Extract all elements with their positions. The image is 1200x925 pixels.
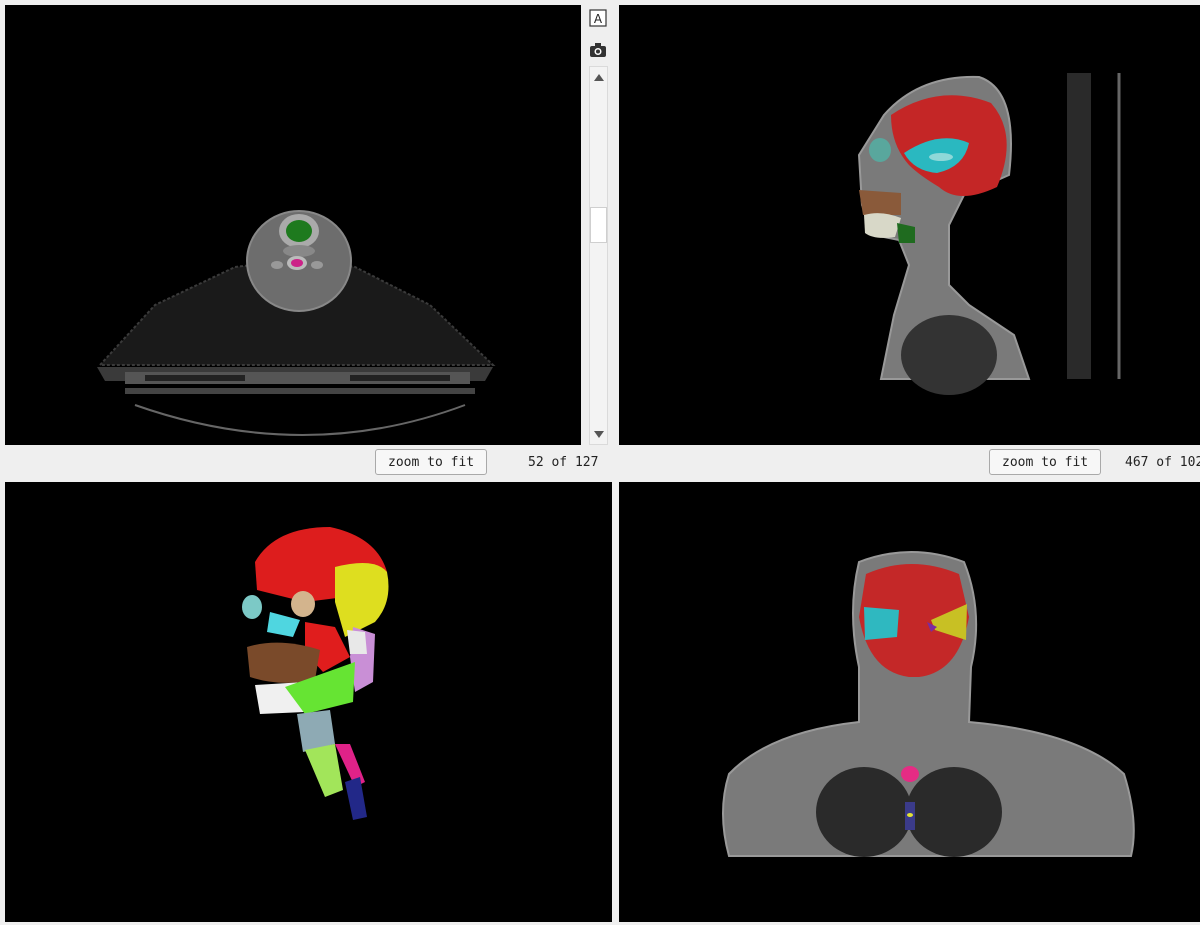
sagittal-ct-slice <box>857 73 1121 395</box>
axial-ct-slice <box>97 210 496 436</box>
slice-counter-sagittal: 467 of 1024 <box>1125 455 1200 470</box>
svg-text:A: A <box>594 12 603 26</box>
arrow-down-icon[interactable] <box>590 424 607 444</box>
slice-scrollbar[interactable] <box>589 66 608 445</box>
zoom-to-fit-button-axial[interactable]: zoom to fit <box>375 449 488 475</box>
coronal-ct-slice <box>722 551 1135 857</box>
text-annotation-icon[interactable]: A <box>588 8 608 28</box>
scrollbar-thumb[interactable] <box>590 207 607 243</box>
coronal-view[interactable] <box>619 482 1200 922</box>
3d-render-view[interactable] <box>5 482 612 922</box>
camera-icon[interactable] <box>588 40 608 60</box>
axial-view[interactable] <box>5 5 581 445</box>
3d-segmentation-render <box>242 527 389 820</box>
slice-counter-axial: 52 of 127 <box>528 455 599 470</box>
sagittal-view[interactable] <box>619 5 1200 445</box>
zoom-to-fit-button-sagittal[interactable]: zoom to fit <box>989 449 1102 475</box>
arrow-up-icon[interactable] <box>590 67 607 87</box>
